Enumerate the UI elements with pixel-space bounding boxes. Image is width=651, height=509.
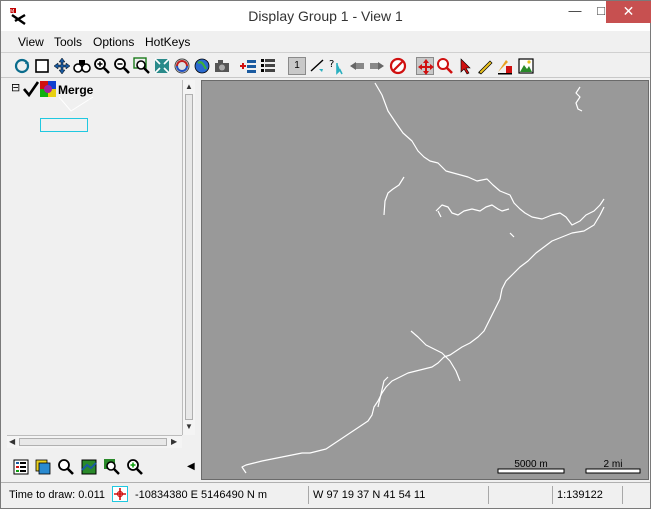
layer-list-icon[interactable] xyxy=(259,57,277,75)
select-arrow-icon[interactable] xyxy=(456,57,474,75)
layer-tree: ⊟ Merge xyxy=(7,80,182,435)
menu-bar: View Tools Options HotKeys xyxy=(1,32,650,53)
minimize-button[interactable]: — xyxy=(561,1,589,23)
sync-icon[interactable] xyxy=(173,57,191,75)
panel-tools: ◀ xyxy=(9,457,197,479)
zoom-out-icon[interactable] xyxy=(113,57,131,75)
projected-coordinates: -10834380 E 5146490 N m xyxy=(131,486,309,504)
layers-icon[interactable] xyxy=(34,458,52,476)
pan-icon[interactable] xyxy=(53,57,71,75)
zoom-in-icon[interactable] xyxy=(93,57,111,75)
menu-hotkeys[interactable]: HotKeys xyxy=(145,35,190,49)
title-bar: M Display Group 1 - View 1 — □ ✕ xyxy=(1,1,651,31)
menu-options[interactable]: Options xyxy=(93,35,134,49)
previous-view-icon[interactable] xyxy=(348,57,366,75)
snapshot-icon[interactable] xyxy=(213,57,231,75)
pencil-icon[interactable] xyxy=(476,57,494,75)
menu-tools[interactable]: Tools xyxy=(54,35,82,49)
zoom-circle-icon[interactable] xyxy=(436,57,454,75)
zoom-fit-icon[interactable] xyxy=(153,57,171,75)
map-view[interactable]: 5000 m 2 mi xyxy=(201,80,649,480)
add-layer-icon[interactable] xyxy=(239,57,257,75)
zoom-map-icon[interactable] xyxy=(103,458,121,476)
scroll-right-arrow[interactable]: ▶ xyxy=(171,437,177,446)
redraw-icon[interactable] xyxy=(13,57,31,75)
app-window: M Display Group 1 - View 1 — □ ✕ View To… xyxy=(0,0,651,509)
tree-collapse-toggle[interactable]: ⊟ xyxy=(11,83,20,94)
scale-bars: 5000 m 2 mi xyxy=(497,459,641,474)
zoom-box-icon[interactable] xyxy=(133,57,151,75)
vertical-scrollbar[interactable]: ▲ ▼ xyxy=(182,80,195,435)
zoom-plus-icon[interactable] xyxy=(126,458,144,476)
image-icon[interactable] xyxy=(517,57,535,75)
collapse-panel-arrow[interactable]: ◀ xyxy=(187,461,195,472)
scroll-up-arrow[interactable]: ▲ xyxy=(185,82,193,91)
globe-icon[interactable] xyxy=(193,57,211,75)
move-cursor-icon[interactable] xyxy=(416,57,434,75)
checkmark-icon[interactable] xyxy=(23,81,39,97)
status-bar: Time to draw: 0.011 -10834380 E 5146490 … xyxy=(1,482,650,508)
toolbar: 1 ? xyxy=(1,54,650,78)
scroll-thumb[interactable] xyxy=(185,94,193,420)
river-lines xyxy=(241,82,605,474)
query-icon[interactable]: ? xyxy=(328,57,346,75)
scale-label-meters: 5000 m xyxy=(514,459,547,470)
map-canvas[interactable]: 5000 m 2 mi xyxy=(202,81,649,480)
stop-icon[interactable] xyxy=(389,57,407,75)
one-to-one-icon[interactable]: 1 xyxy=(288,57,306,75)
time-to-draw: Time to draw: 0.011 xyxy=(9,489,105,501)
next-view-icon[interactable] xyxy=(368,57,386,75)
search-icon[interactable] xyxy=(57,458,75,476)
close-button[interactable]: ✕ xyxy=(606,1,651,23)
horizontal-scrollbar[interactable]: ◀ ▶ xyxy=(7,435,182,448)
scroll-left-arrow[interactable]: ◀ xyxy=(9,437,15,446)
legend-icon[interactable] xyxy=(496,57,514,75)
latlon-coordinates: W 97 19 37 N 41 54 11 xyxy=(309,486,489,504)
layer-thumbnail xyxy=(40,96,94,132)
svg-text:?: ? xyxy=(329,59,334,70)
scroll-down-arrow[interactable]: ▼ xyxy=(185,422,193,431)
window-title: Display Group 1 - View 1 xyxy=(248,8,403,24)
hscroll-thumb[interactable] xyxy=(19,438,167,446)
map-icon[interactable] xyxy=(80,458,98,476)
status-blank xyxy=(489,486,553,504)
menu-view[interactable]: View xyxy=(18,35,44,49)
map-scale: 1:139122 xyxy=(553,486,623,504)
zoom-binoculars-icon[interactable] xyxy=(73,57,91,75)
scale-label-miles: 2 mi xyxy=(604,459,623,470)
merge-layer-icon xyxy=(40,81,56,97)
full-view-icon[interactable] xyxy=(33,57,51,75)
legend-list-icon[interactable] xyxy=(12,458,30,476)
crosshair-icon[interactable] xyxy=(112,486,128,502)
layer-group-name[interactable]: Merge xyxy=(58,83,93,97)
layer-panel: ⊟ Merge ▲ ▼ ◀ ▶ xyxy=(7,80,195,453)
measure-icon[interactable] xyxy=(308,57,326,75)
